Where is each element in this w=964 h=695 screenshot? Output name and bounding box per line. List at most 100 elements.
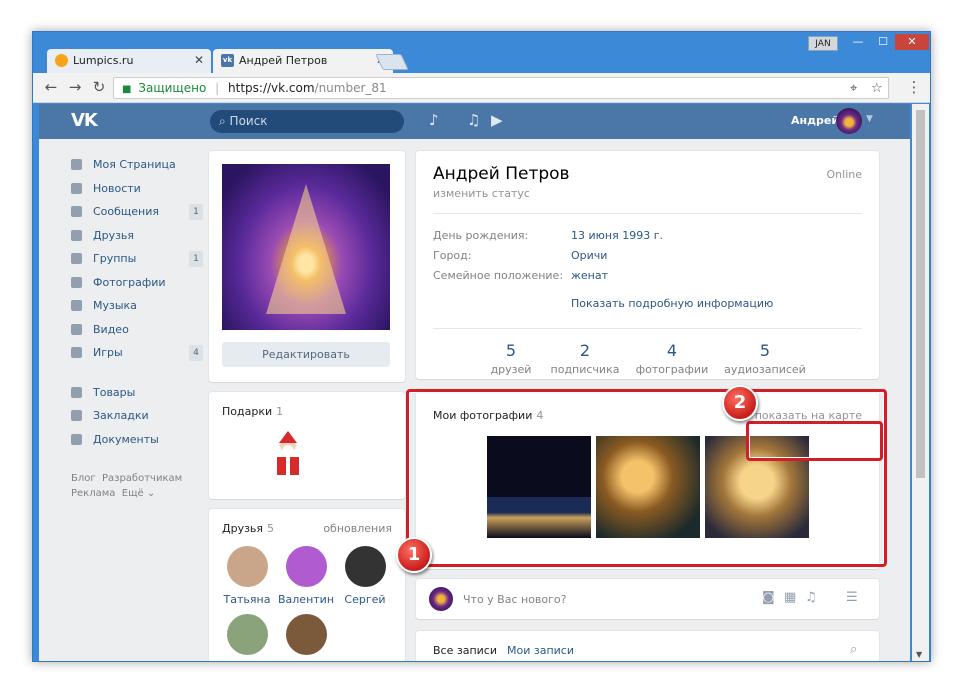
- video-icon[interactable]: ▶: [491, 111, 503, 129]
- url-host: https://vk.com: [228, 81, 315, 95]
- bookmark-star-icon[interactable]: ☆: [871, 79, 883, 99]
- menu-dots-icon[interactable]: ⋮: [905, 78, 923, 96]
- friend-item[interactable]: Сергей: [335, 546, 395, 606]
- message-icon: [71, 206, 82, 217]
- sidebar-item-groups[interactable]: Группы 1: [65, 247, 203, 271]
- sidebar-item-label: Сообщения: [93, 205, 160, 218]
- search-icon[interactable]: ⌕: [850, 642, 857, 657]
- camera-icon[interactable]: ◙: [762, 590, 775, 605]
- stat-number: 4: [666, 341, 678, 360]
- profile-photo[interactable]: [222, 164, 390, 330]
- sidebar-item-games[interactable]: Игры 4: [65, 341, 203, 365]
- avatar[interactable]: [836, 108, 862, 134]
- friends-title[interactable]: Друзья 5: [222, 522, 274, 535]
- friend-name: Валентин: [277, 593, 335, 606]
- stat-photos[interactable]: 4 фотографии: [627, 341, 717, 376]
- avatar: [344, 546, 386, 587]
- maximize-button[interactable]: ☐: [870, 34, 896, 50]
- gifts-title[interactable]: Подарки 1: [222, 405, 283, 418]
- news-icon: [71, 182, 82, 194]
- tab-vk-profile[interactable]: vk Андрей Петров ✕: [213, 49, 393, 73]
- new-post-input[interactable]: Что у Вас нового?: [463, 593, 567, 606]
- reload-icon[interactable]: ↻: [90, 78, 108, 96]
- friend-item[interactable]: [276, 614, 336, 661]
- sidebar-item-video[interactable]: Видео: [65, 318, 203, 342]
- tab-my-posts[interactable]: Мои записи: [507, 644, 574, 657]
- forward-icon[interactable]: →: [66, 78, 84, 96]
- music-icon[interactable]: ♫: [467, 111, 480, 129]
- sidebar-item-bookmarks[interactable]: Закладки: [65, 404, 203, 428]
- sidebar-item-friends[interactable]: Друзья: [65, 224, 203, 248]
- stat-audio[interactable]: 5 аудиозаписей: [720, 341, 810, 376]
- stat-label: подписчика: [550, 363, 620, 376]
- show-more-info-link[interactable]: Показать подробную информацию: [571, 297, 773, 310]
- lumpics-favicon-icon: [55, 54, 68, 67]
- tab-lumpics[interactable]: Lumpics.ru ✕: [47, 49, 211, 73]
- info-label: Семейное положение:: [433, 269, 564, 282]
- minimize-button[interactable]: —: [845, 34, 871, 50]
- friends-count: 5: [267, 522, 275, 535]
- friend-item[interactable]: Татьяна: [217, 546, 277, 606]
- vk-page: VK ⌕ Поиск ♪ ♫ ▶ Андрей ▼ Моя Страница Н…: [39, 104, 910, 661]
- sidebar-item-music[interactable]: Музыка: [65, 294, 203, 318]
- sidebar-item-label: Друзья: [93, 228, 135, 242]
- sidebar-item-messages[interactable]: Сообщения 1: [65, 200, 203, 224]
- profile-name: Андрей Петров: [433, 164, 570, 184]
- info-value-city[interactable]: Оричи: [571, 249, 607, 262]
- location-icon[interactable]: ⌖: [850, 79, 857, 99]
- edit-profile-button[interactable]: Редактировать: [222, 342, 390, 367]
- vk-favicon-icon: vk: [221, 54, 234, 67]
- search-input[interactable]: ⌕ Поиск: [210, 110, 404, 133]
- info-value-relationship[interactable]: женат: [571, 269, 608, 282]
- friend-icon: [71, 229, 82, 241]
- avatar: [285, 546, 327, 587]
- tab-all-posts[interactable]: Все записи: [433, 644, 497, 657]
- tab-title: Андрей Петров: [239, 54, 328, 67]
- lock-icon: ■: [122, 84, 132, 95]
- chevron-down-icon[interactable]: ▼: [866, 114, 873, 124]
- friend-item[interactable]: [217, 614, 277, 661]
- friends-card: Друзья 5 обновления Татьяна Валентин Серг…: [209, 509, 405, 661]
- scrollbar-thumb[interactable]: [916, 110, 925, 478]
- scroll-down-icon[interactable]: ▼: [916, 650, 922, 659]
- stat-followers[interactable]: 2 подписчика: [540, 341, 630, 376]
- santa-gift-icon[interactable]: [271, 431, 305, 477]
- bell-icon[interactable]: ♪: [429, 111, 439, 129]
- highlight-box-map: [746, 421, 883, 461]
- sidebar-item-goods[interactable]: Товары: [65, 381, 203, 405]
- sidebar-item-documents[interactable]: Документы: [65, 428, 203, 452]
- status-link[interactable]: изменить статус: [433, 187, 530, 200]
- scrollbar[interactable]: ▼: [912, 104, 929, 661]
- browser-window: Lumpics.ru ✕ vk Андрей Петров ✕ JAN — ☐ …: [32, 31, 931, 662]
- footer-link-ads[interactable]: Реклама: [71, 488, 115, 499]
- post-settings-icon[interactable]: ☰: [846, 590, 858, 605]
- profile-info-card: Андрей Петров изменить статус Online Ден…: [416, 151, 879, 379]
- window-close-button[interactable]: ✕: [895, 34, 929, 50]
- friend-item[interactable]: Валентин: [276, 546, 336, 606]
- footer-link-more[interactable]: Ещё ⌄: [122, 488, 155, 499]
- sidebar-item-photos[interactable]: Фотографии: [65, 271, 203, 295]
- close-icon[interactable]: ✕: [194, 53, 204, 67]
- avatar: [285, 614, 327, 655]
- divider: [433, 213, 862, 214]
- gifts-card: Подарки 1: [209, 392, 405, 499]
- sidebar-item-news[interactable]: Новости: [65, 177, 203, 201]
- footer-link-blog[interactable]: Блог: [71, 473, 96, 484]
- sidebar-item-label: Музыка: [93, 299, 137, 312]
- sidebar-item-my-page[interactable]: Моя Страница: [65, 153, 203, 177]
- back-icon[interactable]: ←: [42, 78, 60, 96]
- address-bar[interactable]: ■ Защищено | https://vk.com/number_81 ⌖ …: [113, 77, 889, 99]
- footer-link-developers[interactable]: Разработчикам: [102, 473, 182, 484]
- film-icon[interactable]: ▦: [784, 590, 796, 605]
- stat-label: аудиозаписей: [724, 363, 806, 376]
- vk-logo[interactable]: VK: [71, 110, 98, 131]
- search-placeholder: Поиск: [229, 114, 268, 128]
- friends-label: Друзья: [222, 522, 264, 535]
- music-note-icon[interactable]: ♫: [805, 590, 817, 605]
- friends-updates-link[interactable]: обновления: [323, 522, 392, 535]
- user-name[interactable]: Андрей: [791, 114, 839, 127]
- info-value-birthday[interactable]: 13 июня 1993 г.: [571, 229, 663, 242]
- count-badge: 1: [189, 251, 203, 267]
- music-note-icon: [71, 300, 82, 311]
- sidebar-item-label: Товары: [93, 385, 136, 399]
